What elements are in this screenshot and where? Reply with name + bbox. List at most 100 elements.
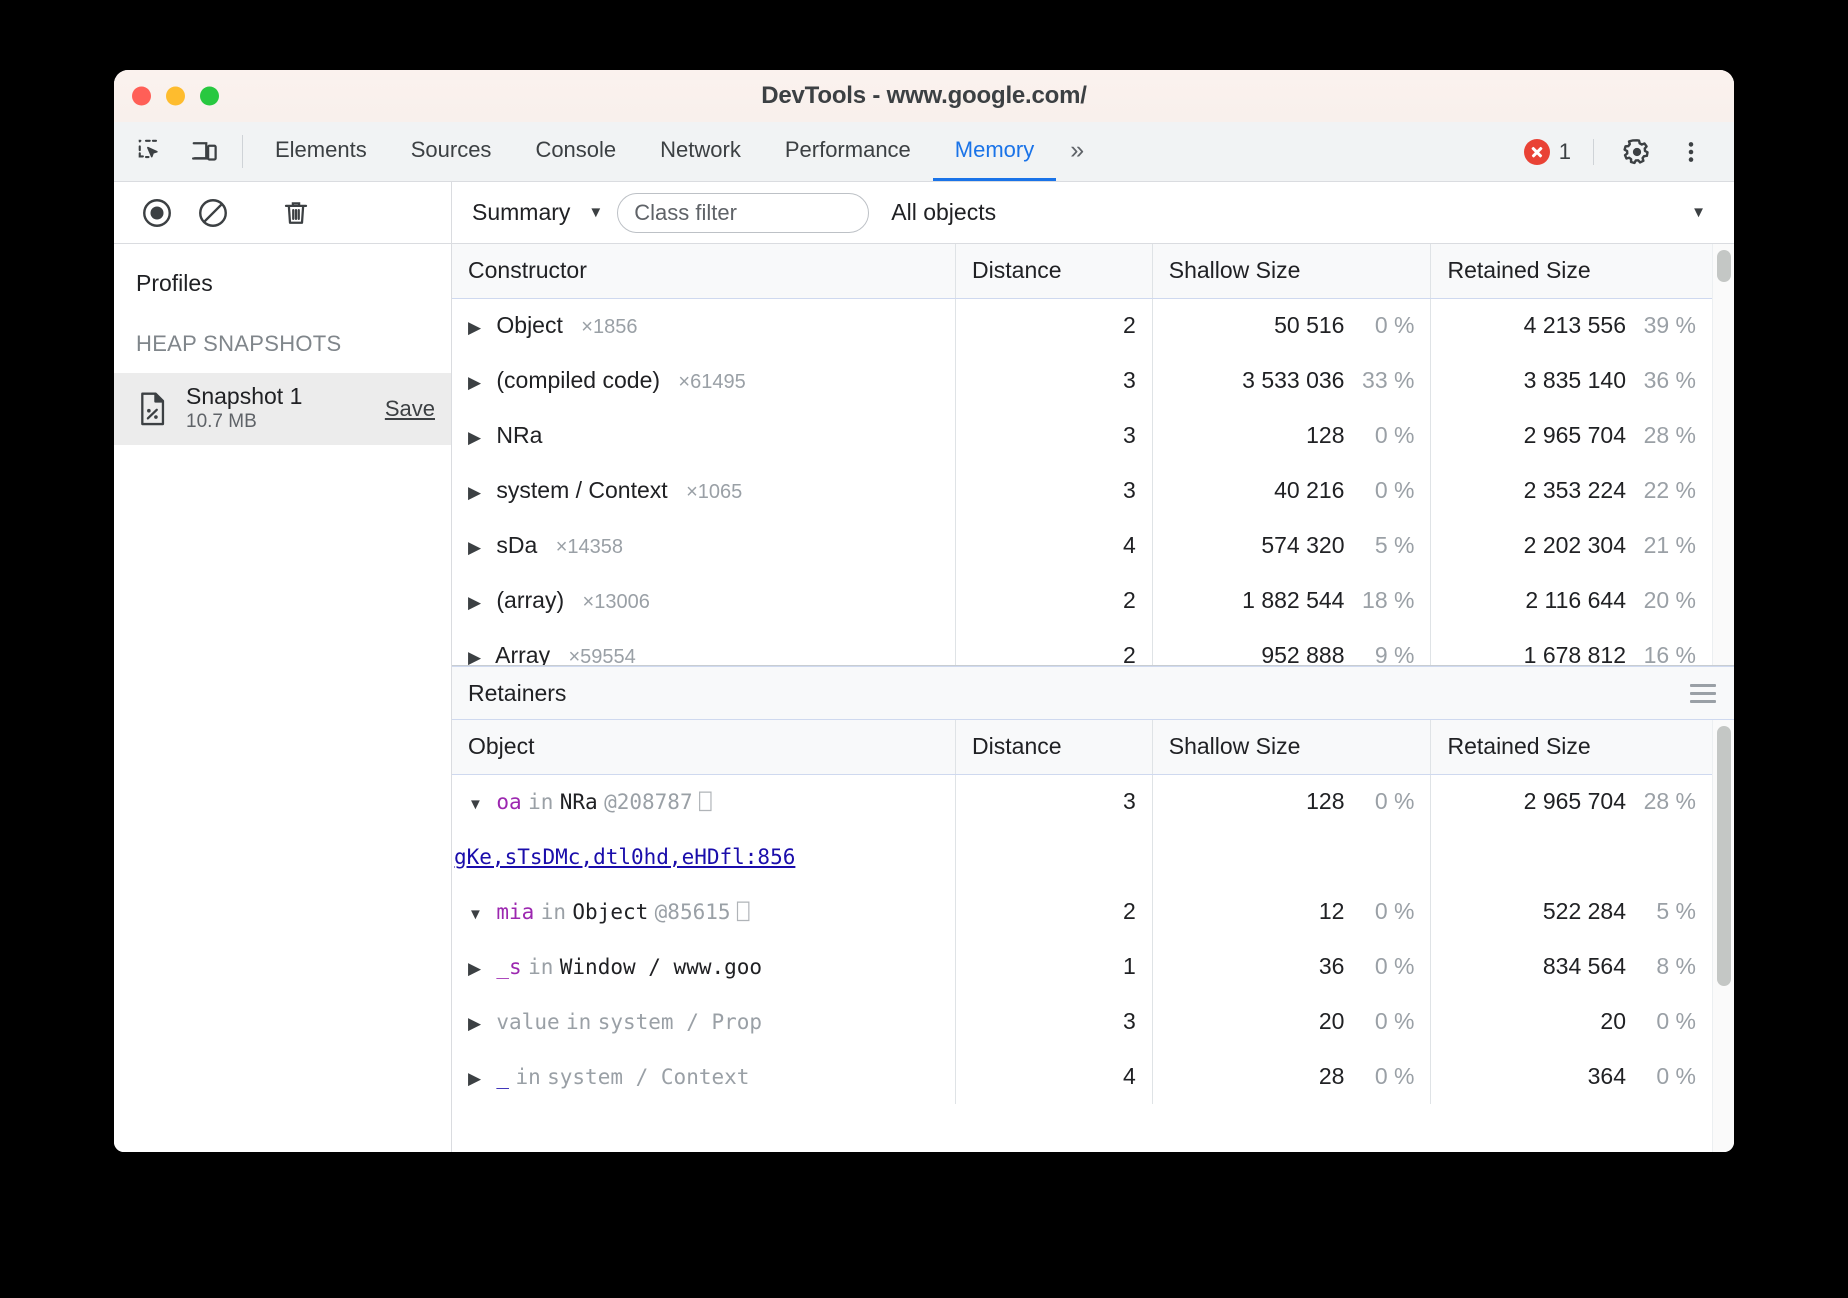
- retainer-class: Object: [572, 900, 648, 924]
- record-icon[interactable]: [130, 196, 184, 230]
- constructor-count: ×1856: [581, 316, 637, 338]
- cell-shallow: 20: [1319, 1008, 1345, 1035]
- expand-twisty[interactable]: ▶: [468, 593, 490, 613]
- collapse-twisty[interactable]: ▼: [468, 796, 490, 813]
- tab-sources[interactable]: Sources: [389, 122, 514, 181]
- tab-elements[interactable]: Elements: [253, 122, 389, 181]
- retainers-scrollbar[interactable]: [1712, 720, 1734, 1152]
- constructors-scrollbar[interactable]: [1712, 244, 1734, 665]
- retainer-property: value: [496, 1010, 559, 1034]
- constructors-pane: Constructor Distance Shallow Size Retain…: [452, 244, 1734, 666]
- gear-icon[interactable]: [1610, 136, 1664, 168]
- cell-retained: 2 116 644: [1525, 587, 1626, 614]
- expand-twisty[interactable]: ▶: [468, 1069, 490, 1089]
- maximize-button[interactable]: [200, 87, 219, 106]
- retainer-source-link[interactable]: gKe,sTsDMc,dtl0hd,eHDfl:856: [454, 845, 939, 869]
- table-row[interactable]: gKe,sTsDMc,dtl0hd,eHDfl:856: [452, 829, 1712, 884]
- expand-twisty[interactable]: ▶: [468, 428, 490, 448]
- device-toolbar-icon[interactable]: [178, 122, 232, 181]
- collapse-twisty[interactable]: ▼: [468, 906, 490, 923]
- table-row[interactable]: ▶ sDa ×14358 4 574 3205 % 2 202 30421 %: [452, 518, 1712, 573]
- retainers-menu-icon[interactable]: [1690, 684, 1716, 703]
- table-row[interactable]: ▶ _ in system / Context 4 280 % 3640 %: [452, 1049, 1712, 1104]
- constructor-name: NRa: [496, 422, 542, 448]
- col-constructor[interactable]: Constructor: [452, 244, 956, 298]
- cell-shallow: 952 888: [1261, 642, 1344, 665]
- snapshot-name: Snapshot 1: [186, 383, 302, 409]
- cell-shallow: 36: [1319, 953, 1345, 980]
- tab-console[interactable]: Console: [513, 122, 638, 181]
- save-snapshot-link[interactable]: Save: [385, 396, 435, 422]
- retainers-label: Retainers: [468, 680, 566, 707]
- expand-twisty[interactable]: ▶: [468, 959, 490, 979]
- panel-tabs: Elements Sources Console Network Perform…: [253, 122, 1098, 181]
- cell-shallow-pct: 0 %: [1358, 477, 1414, 504]
- clear-icon[interactable]: [186, 196, 240, 230]
- expand-twisty[interactable]: ▶: [468, 538, 490, 558]
- sidebar-title: Profiles: [114, 244, 451, 297]
- window-controls: [132, 87, 219, 106]
- table-row[interactable]: ▶ Object ×1856 2 50 5160 % 4 213 55639 %: [452, 298, 1712, 353]
- col-retained-size[interactable]: Retained Size: [1431, 244, 1712, 298]
- cell-shallow-pct: 0 %: [1358, 1063, 1414, 1090]
- col-distance-ret[interactable]: Distance: [956, 720, 1153, 774]
- table-row[interactable]: ▶ NRa 3 1280 % 2 965 70428 %: [452, 408, 1712, 463]
- table-row[interactable]: ▶ _s in Window / www.goo 1 360 % 834 564…: [452, 939, 1712, 994]
- chevron-down-icon: ▼: [588, 205, 603, 220]
- more-tabs-icon[interactable]: »: [1056, 122, 1098, 181]
- retainers-scrollbar-thumb[interactable]: [1717, 726, 1731, 986]
- table-row[interactable]: ▶ system / Context ×1065 3 40 2160 % 2 3…: [452, 463, 1712, 518]
- tab-performance[interactable]: Performance: [763, 122, 933, 181]
- table-row[interactable]: ▶ (compiled code) ×61495 3 3 533 03633 %…: [452, 353, 1712, 408]
- error-count-badge[interactable]: 1: [1524, 139, 1571, 165]
- table-row[interactable]: ▶ (array) ×13006 2 1 882 54418 % 2 116 6…: [452, 573, 1712, 628]
- expand-twisty[interactable]: ▶: [468, 1014, 490, 1034]
- trash-icon[interactable]: [269, 197, 323, 229]
- col-distance[interactable]: Distance: [956, 244, 1153, 298]
- inspect-element-icon[interactable]: [124, 122, 178, 181]
- cell-retained-pct: 5 %: [1640, 898, 1696, 925]
- cell-retained-empty: [1431, 829, 1712, 884]
- minimize-button[interactable]: [166, 87, 185, 106]
- cell-distance: 2: [956, 573, 1153, 628]
- col-shallow-size[interactable]: Shallow Size: [1152, 244, 1431, 298]
- table-row[interactable]: ▼ mia in Object @85615 ⎕ 2 12: [452, 884, 1712, 939]
- kebab-menu-icon[interactable]: [1664, 137, 1718, 167]
- cell-distance: 4: [956, 518, 1153, 573]
- cell-distance: 3: [956, 774, 1153, 829]
- tab-network[interactable]: Network: [638, 122, 763, 181]
- close-button[interactable]: [132, 87, 151, 106]
- view-select[interactable]: Summary ▼: [466, 199, 609, 226]
- expand-twisty[interactable]: ▶: [468, 373, 490, 393]
- retainers-table: Object Distance Shallow Size Retained Si…: [452, 720, 1712, 1104]
- tabs-right-actions: 1: [1524, 122, 1734, 181]
- cell-retained-pct: 21 %: [1640, 532, 1696, 559]
- cell-distance: 2: [956, 884, 1153, 939]
- table-row[interactable]: ▼ oa in NRa @208787 ⎕ 3 1280: [452, 774, 1712, 829]
- expand-twisty[interactable]: ▶: [468, 318, 490, 338]
- cell-retained-pct: 39 %: [1640, 312, 1696, 339]
- table-row[interactable]: ▶ Array ×59554 2 952 8889 % 1 678 81216 …: [452, 628, 1712, 665]
- cell-distance-empty: [956, 829, 1153, 884]
- cell-retained: 2 202 304: [1524, 532, 1626, 559]
- cell-retained-pct: 22 %: [1640, 477, 1696, 504]
- retainer-box-glyph: ⎕: [699, 790, 712, 814]
- retainer-property: mia: [496, 900, 534, 924]
- expand-twisty[interactable]: ▶: [468, 648, 490, 665]
- objects-select[interactable]: All objects ▼: [877, 199, 1720, 226]
- class-filter-input[interactable]: [617, 193, 869, 233]
- constructor-name: (array): [496, 587, 564, 613]
- col-retained-size-ret[interactable]: Retained Size: [1431, 720, 1712, 774]
- retainer-box-glyph: ⎕: [737, 900, 750, 924]
- sidebar-item-snapshot-1[interactable]: Snapshot 1 10.7 MB Save: [114, 373, 451, 445]
- error-count-label: 1: [1559, 139, 1571, 165]
- constructors-scrollbar-thumb[interactable]: [1717, 250, 1731, 282]
- tab-memory[interactable]: Memory: [933, 122, 1056, 181]
- col-object[interactable]: Object: [452, 720, 956, 774]
- expand-twisty[interactable]: ▶: [468, 483, 490, 503]
- col-shallow-size-ret[interactable]: Shallow Size: [1152, 720, 1431, 774]
- cell-shallow: 1 882 544: [1242, 587, 1344, 614]
- retainers-scroll: Object Distance Shallow Size Retained Si…: [452, 720, 1734, 1152]
- heap-snapshot-file-icon: [136, 392, 170, 426]
- table-row[interactable]: ▶ value in system / Prop 3 200 % 200 %: [452, 994, 1712, 1049]
